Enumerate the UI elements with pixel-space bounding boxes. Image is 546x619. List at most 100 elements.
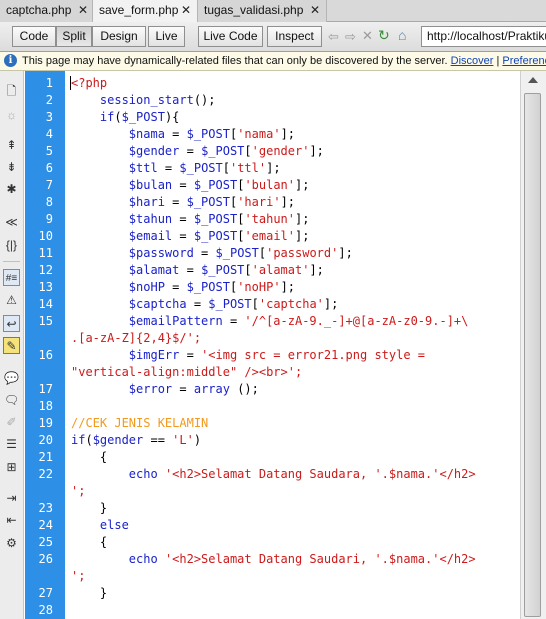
code-line: "vertical-align:middle" /><br>'; [71,365,303,379]
scroll-thumb[interactable] [524,93,541,617]
address-field[interactable]: http://localhost/Praktikum [421,26,546,47]
line-number: 15 [38,314,53,328]
code-line: if($gender == 'L') [71,433,202,447]
code-line: <?php [71,76,108,90]
home-icon[interactable]: ⌂ [398,27,406,43]
tab-captcha[interactable]: captcha.php ✕ [0,0,93,22]
code-line: $nama = $_POST['nama']; [128,127,296,141]
line-number: 9 [45,212,53,226]
line-number: 6 [45,161,53,175]
remove-comment-icon[interactable]: 🗨 [3,392,20,409]
line-number: 7 [45,178,53,192]
tab-label: tugas_validasi.php [204,3,304,17]
live-code-button[interactable]: Live Code [198,26,263,47]
inspect-button[interactable]: Inspect [267,26,322,47]
code-editor[interactable]: <?php session_start(); if($_POST){ $nama… [65,71,520,619]
code-line: { [71,450,108,464]
line-number: 23 [38,501,53,515]
code-line: $email = $_POST['email']; [128,229,310,243]
code-line: { [71,535,108,549]
line-number: 3 [45,110,53,124]
highlight-invalid-icon[interactable]: ⚠ [3,292,20,309]
line-number: 16 [38,348,53,362]
line-number: 18 [38,399,53,413]
code-line: echo '<h2>Selamat Datang Saudari, '.$nam… [128,552,476,566]
code-line: if($_POST){ [99,110,180,124]
line-number: 4 [45,127,53,141]
tab-tugas-validasi[interactable]: tugas_validasi.php ✕ [198,0,327,22]
code-line: $password = $_POST['password']; [128,246,353,260]
stop-icon[interactable]: ✕ [362,28,373,44]
code-line: '; [71,569,86,583]
close-icon[interactable]: ✕ [310,3,320,17]
code-line: session_start(); [99,93,216,107]
code-line: $gender = $_POST['gender']; [128,144,324,158]
design-view-button[interactable]: Design [92,26,146,47]
line-number: 11 [38,246,53,260]
line-number: 12 [38,263,53,277]
word-wrap-icon[interactable]: ↩ [3,315,20,332]
document-toolbar: Code Split Design Live Live Code Inspect… [0,22,546,52]
live-view-button[interactable]: Live [148,26,185,47]
balance-braces-icon[interactable]: {|} [3,237,20,254]
line-number: 20 [38,433,53,447]
syntax-coloring-icon[interactable]: ✎ [3,337,20,354]
wrap-tag-icon[interactable]: ✐ [3,414,20,431]
line-number: 13 [38,280,53,294]
tab-label: captcha.php [6,3,72,17]
move-css-icon[interactable]: ⊞ [3,459,20,476]
recent-snippets-icon[interactable]: ☰ [3,436,20,453]
back-arrow-icon[interactable]: ⇦ [328,29,339,45]
discover-link[interactable]: Discover [451,55,494,67]
code-line: } [71,586,108,600]
file-icon[interactable]: 🗋 [3,83,20,100]
split-view-button[interactable]: Split [56,26,92,47]
indent-icon[interactable]: ⇥ [3,490,20,507]
expand-all-icon[interactable]: ✱ [3,181,20,198]
close-icon[interactable]: ✕ [78,3,88,17]
info-icon: i [4,54,17,67]
code-line: $alamat = $_POST['alamat']; [128,263,324,277]
code-line: $captcha = $_POST['captcha']; [128,297,339,311]
collapse-selection-icon[interactable]: ⇟ [3,159,20,176]
refresh-icon[interactable]: ↻ [378,27,390,44]
code-line: $emailPattern = '/^[a-zA-9._-]+@[a-zA-z0… [128,314,469,328]
line-number: 21 [38,450,53,464]
code-view-button[interactable]: Code [12,26,56,47]
collapse-full-tag-icon[interactable]: ⇞ [3,137,20,154]
format-source-icon[interactable]: ⚙ [3,535,20,552]
tab-label: save_form.php [99,3,179,17]
tab-save-form[interactable]: save_form.php ✕ [93,0,198,23]
line-number: 24 [38,518,53,532]
code-line: else [99,518,129,532]
info-message: This page may have dynamically-related f… [22,55,448,67]
code-line: '; [71,484,86,498]
close-icon[interactable]: ✕ [181,3,191,17]
scroll-up-icon[interactable] [528,77,538,83]
line-numbers-icon[interactable]: #≡ [3,269,20,286]
code-line: $bulan = $_POST['bulan']; [128,178,310,192]
code-line: $tahun = $_POST['tahun']; [128,212,310,226]
preferences-link[interactable]: Preferences [502,55,546,67]
link-separator: | [496,55,500,67]
code-line: $noHP = $_POST['noHP']; [128,280,296,294]
forward-arrow-icon[interactable]: ⇨ [345,29,356,45]
line-number-gutter: 1 2 3 4 5 6 7 8 9 10 11 12 13 14 15 16 17 18 19 20 21 22 23 24 2… [25,71,65,619]
code-line: echo '<h2>Selamat Datang Saudara, '.$nam… [128,467,476,481]
sun-icon[interactable]: ☼ [3,107,20,124]
line-number: 26 [38,552,53,566]
outdent-icon[interactable]: ⇤ [3,512,20,529]
line-number: 2 [45,93,53,107]
line-number: 10 [38,229,53,243]
code-line: $imgErr = '<img src = error21.png style … [128,348,426,362]
code-line: $error = array (); [128,382,259,396]
line-number: 5 [45,144,53,158]
comment-icon[interactable]: 💬 [3,370,20,387]
code-line: //CEK JENIS KELAMIN [71,416,209,430]
vertical-scrollbar[interactable] [520,71,546,619]
code-line: .[a-zA-Z]{2,4}$/'; [71,331,202,345]
document-tab-bar: captcha.php ✕ save_form.php ✕ tugas_vali… [0,0,546,23]
select-parent-tag-icon[interactable]: ≪ [3,214,20,231]
line-number: 28 [38,603,53,617]
code-line: $ttl = $_POST['ttl']; [128,161,281,175]
